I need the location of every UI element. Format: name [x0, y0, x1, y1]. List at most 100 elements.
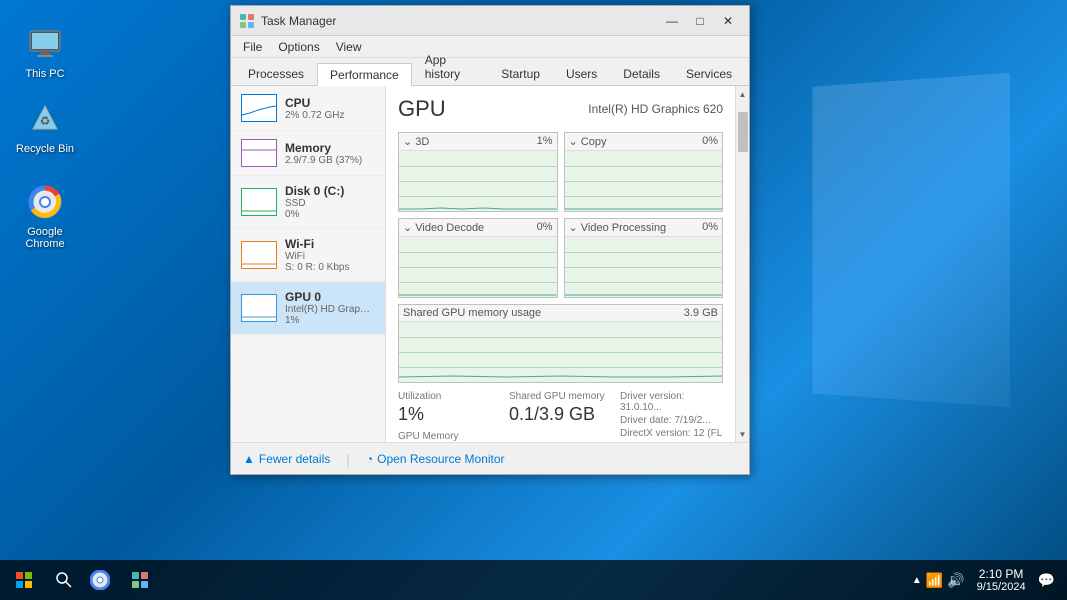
gpu-memory-section: GPU Memory 0.1/3.9 GB	[398, 431, 501, 442]
chart-vp-grid	[565, 237, 723, 297]
disk-info: Disk 0 (C:) SSD 0%	[285, 184, 375, 220]
recycle-bin-icon: ♻	[25, 99, 65, 139]
menu-view[interactable]: View	[328, 38, 370, 56]
memory-graph-mini	[241, 139, 277, 167]
this-pc-icon	[25, 24, 65, 64]
chart-3d-label: ⌄ 3D 1%	[399, 133, 557, 151]
sidebar-item-cpu[interactable]: CPU 2% 0.72 GHz	[231, 86, 385, 131]
grid-line	[399, 252, 557, 253]
chart-vp-pct: 0%	[702, 221, 718, 234]
tab-startup[interactable]: Startup	[488, 62, 553, 85]
taskbar: ▲ 📶 🔊 2:10 PM 9/15/2024 💬	[0, 560, 1067, 600]
stat-shared-gpu: Shared GPU memory 0.1/3.9 GB	[509, 391, 612, 442]
tab-app-history[interactable]: App history	[412, 48, 489, 85]
tab-performance[interactable]: Performance	[317, 63, 412, 86]
utilization-label: Utilization	[398, 391, 501, 402]
open-resource-monitor-button[interactable]: ◔ Open Resource Monitor	[366, 452, 505, 466]
grid-line	[565, 181, 723, 182]
sidebar: CPU 2% 0.72 GHz Memory 2.9/7.9 GB (37%)	[231, 86, 386, 442]
tab-bar: Processes Performance App history Startu…	[231, 58, 749, 86]
directx-row: DirectX version: 12 (FL ...	[620, 428, 723, 442]
taskbar-taskmanager-button[interactable]	[120, 560, 160, 600]
chart-copy-area	[565, 151, 723, 211]
gpu-header: GPU Intel(R) HD Graphics 620	[398, 96, 723, 122]
driver-date-row: Driver date: 7/19/2...	[620, 415, 723, 426]
sidebar-item-gpu[interactable]: GPU 0 Intel(R) HD Graphi... 1%	[231, 282, 385, 335]
tab-processes[interactable]: Processes	[235, 62, 317, 85]
chart-vd-grid	[399, 237, 557, 297]
desktop-icon-chrome[interactable]: Google Chrome	[10, 178, 80, 254]
chart-vd-title: ⌄ Video Decode	[403, 221, 484, 234]
cpu-title: CPU	[285, 96, 375, 110]
scroll-up-button[interactable]: ▲	[736, 86, 750, 102]
cpu-info: CPU 2% 0.72 GHz	[285, 96, 375, 121]
recycle-bin-label: Recycle Bin	[16, 143, 74, 155]
start-button[interactable]	[0, 560, 48, 600]
menu-file[interactable]: File	[235, 38, 270, 56]
shared-mem-header: Shared GPU memory usage 3.9 GB	[399, 305, 722, 322]
shared-mem-value: 3.9 GB	[684, 307, 718, 319]
clock[interactable]: 2:10 PM 9/15/2024	[971, 567, 1032, 593]
scroll-thumb[interactable]	[738, 112, 748, 152]
sidebar-item-disk[interactable]: Disk 0 (C:) SSD 0%	[231, 176, 385, 229]
grid-line	[565, 252, 723, 253]
desktop-icon-this-pc[interactable]: This PC	[10, 20, 80, 84]
cpu-graph-mini	[241, 94, 277, 122]
tray-expand-icon[interactable]: ▲	[912, 575, 922, 586]
desktop-icon-recycle-bin[interactable]: ♻ Recycle Bin	[10, 95, 80, 159]
sidebar-item-memory[interactable]: Memory 2.9/7.9 GB (37%)	[231, 131, 385, 176]
tab-services[interactable]: Services	[673, 62, 745, 85]
fewer-details-label: Fewer details	[259, 452, 330, 466]
desktop-decoration	[813, 73, 1010, 408]
tab-details[interactable]: Details	[610, 62, 673, 85]
clock-time: 2:10 PM	[977, 567, 1026, 581]
grid-line	[565, 166, 723, 167]
sidebar-item-wifi[interactable]: Wi-Fi WiFi S: 0 R: 0 Kbps	[231, 229, 385, 282]
driver-version-label: Driver version:	[620, 391, 684, 402]
search-button[interactable]	[48, 560, 80, 600]
window-controls: — □ ✕	[659, 11, 741, 31]
title-bar: Task Manager — □ ✕	[231, 6, 749, 36]
driver-version-row: Driver version: 31.0.10...	[620, 391, 723, 413]
chart-vp-area	[565, 237, 723, 297]
driver-date-value: 7/19/2...	[674, 415, 710, 426]
scroll-track[interactable]	[736, 102, 749, 426]
disk-graph-mini	[241, 188, 277, 216]
this-pc-label: This PC	[25, 68, 64, 80]
fewer-details-button[interactable]: ▲ Fewer details	[243, 452, 330, 466]
menu-bar: File Options View	[231, 36, 749, 58]
scrollbar[interactable]: ▲ ▼	[735, 86, 749, 442]
close-button[interactable]: ✕	[715, 11, 741, 31]
chart-3d-area	[399, 151, 557, 211]
shared-mem-grid	[399, 322, 722, 382]
menu-options[interactable]: Options	[270, 38, 327, 56]
grid-line	[399, 282, 557, 283]
utilization-value: 1%	[398, 404, 501, 425]
chart-copy-pct: 0%	[702, 135, 718, 148]
shared-mem-area	[399, 322, 722, 382]
chart-3d-grid	[399, 151, 557, 211]
wifi-title: Wi-Fi	[285, 237, 375, 251]
gpu-info: GPU 0 Intel(R) HD Graphi... 1%	[285, 290, 375, 326]
minimize-button[interactable]: —	[659, 11, 685, 31]
wifi-sub1: WiFi	[285, 251, 375, 262]
memory-title: Memory	[285, 141, 375, 155]
grid-line	[399, 267, 557, 268]
gpu-sidebar-title: GPU 0	[285, 290, 375, 304]
maximize-button[interactable]: □	[687, 11, 713, 31]
notification-button[interactable]: 💬	[1034, 572, 1059, 589]
tab-users[interactable]: Users	[553, 62, 610, 85]
tray-network-icon[interactable]: 📶	[926, 572, 943, 589]
scroll-down-button[interactable]: ▼	[736, 426, 750, 442]
cpu-sub: 2% 0.72 GHz	[285, 110, 375, 121]
tray-volume-icon[interactable]: 🔊	[947, 572, 964, 589]
grid-line	[399, 367, 722, 368]
grid-line	[399, 181, 557, 182]
chart-copy-label: ⌄ Copy 0%	[565, 133, 723, 151]
grid-line	[399, 352, 722, 353]
driver-date-label: Driver date:	[620, 415, 672, 426]
chrome-icon	[25, 182, 65, 222]
chart-3d-pct: 1%	[537, 135, 553, 148]
taskbar-chrome-button[interactable]	[80, 560, 120, 600]
memory-info: Memory 2.9/7.9 GB (37%)	[285, 141, 375, 166]
